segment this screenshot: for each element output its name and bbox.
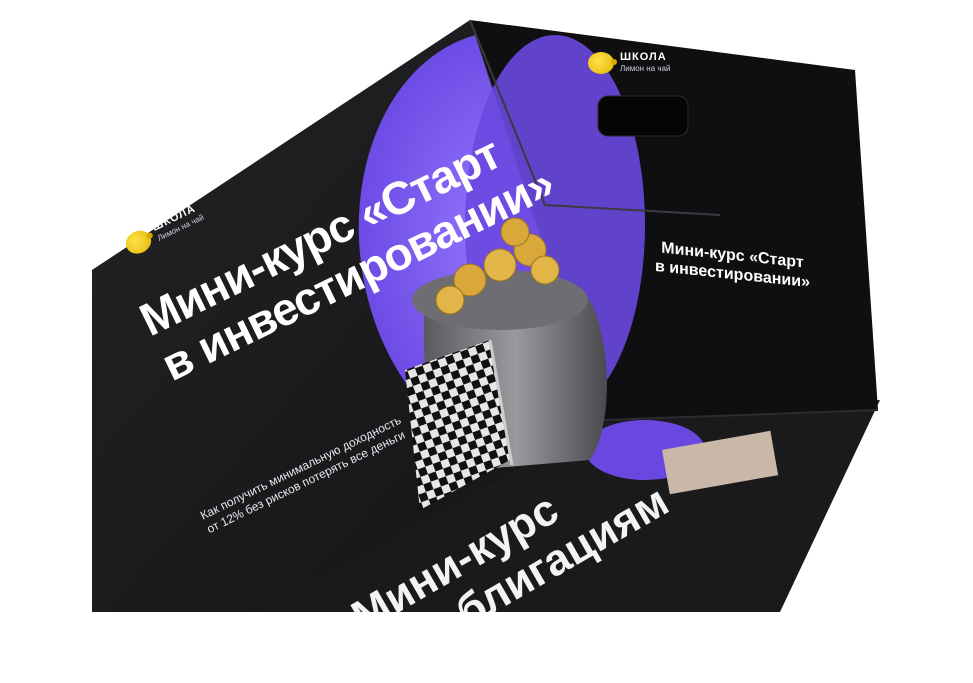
side-logo: ШКОЛА Лимон на чай <box>588 52 670 74</box>
handle-hole <box>597 95 689 137</box>
brand-name: ШКОЛА <box>620 51 667 63</box>
lemon-icon <box>588 52 617 74</box>
product-box-scene: ШКОЛА Лимон на чай ШКОЛА Лимон на чай Ми… <box>0 0 973 683</box>
brand-tagline: Лимон на чай <box>620 64 671 73</box>
